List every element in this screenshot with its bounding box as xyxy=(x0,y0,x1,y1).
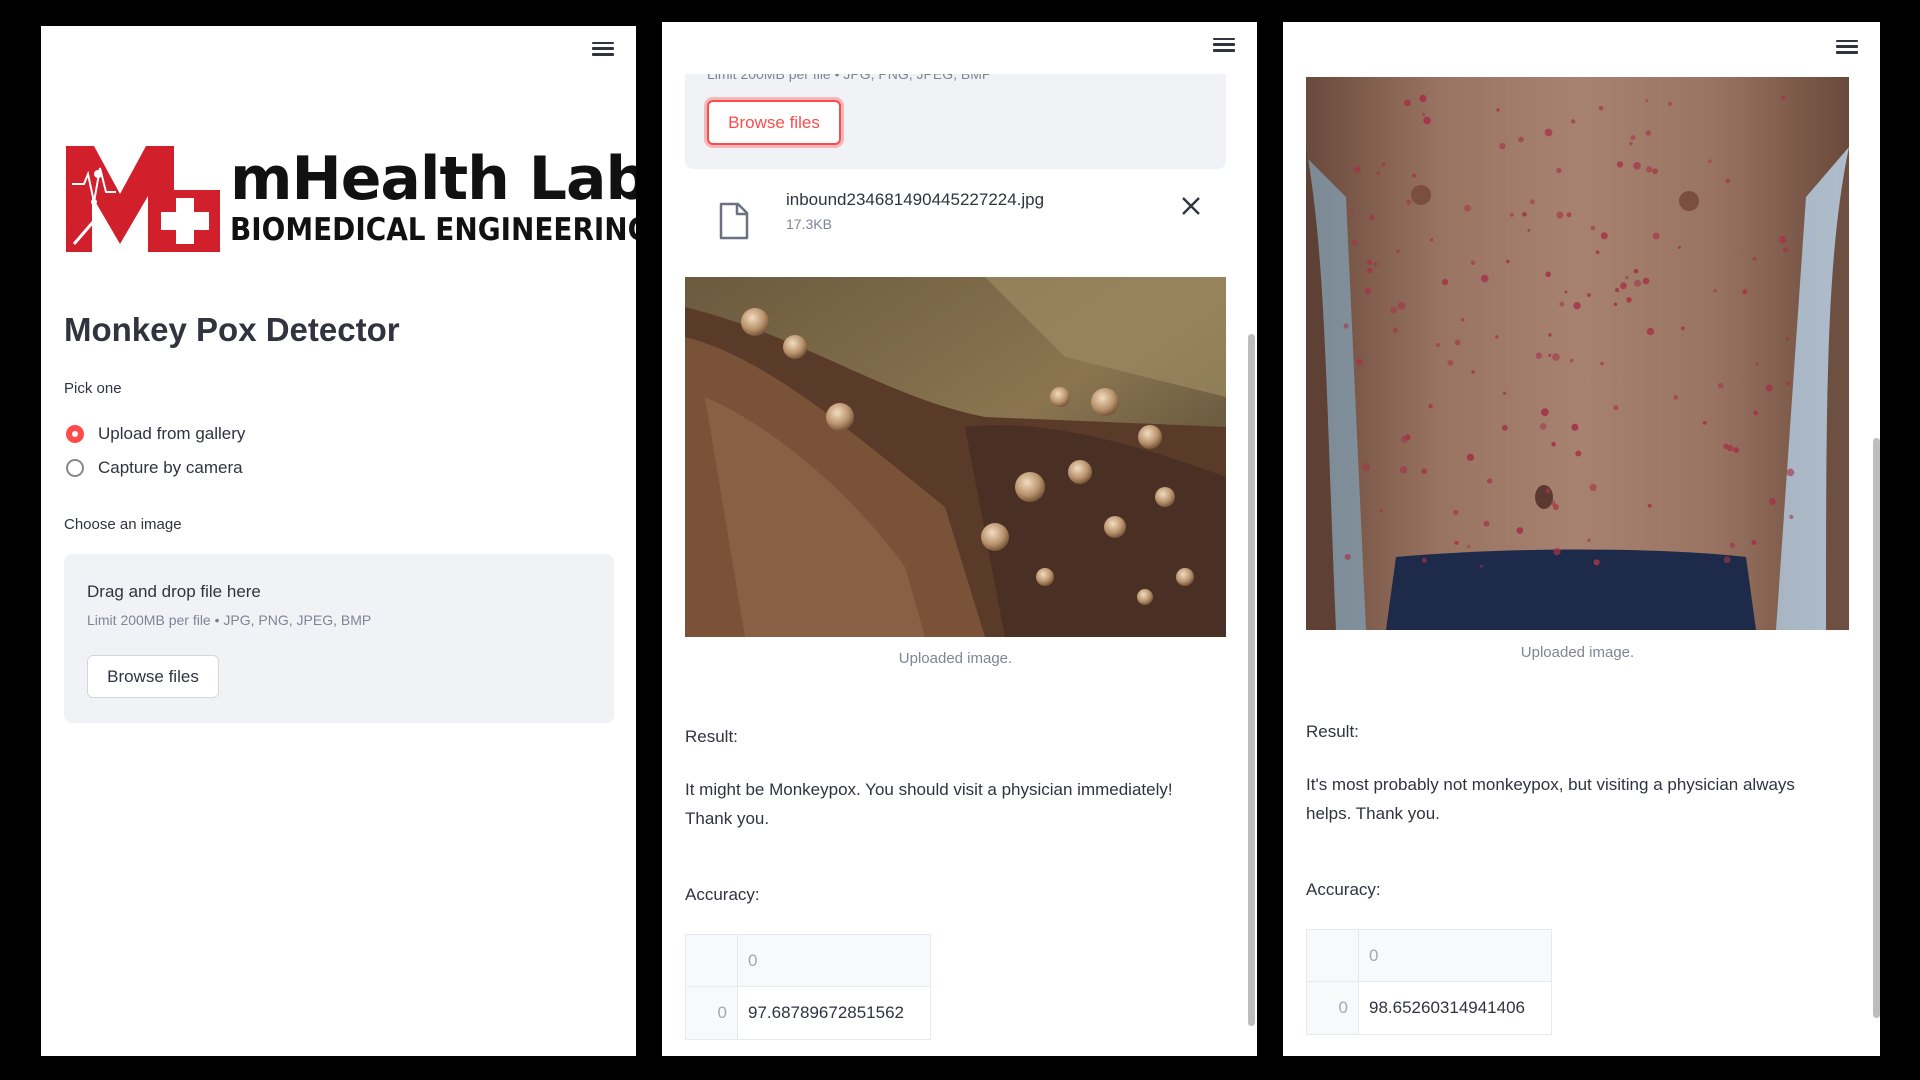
image-caption: Uploaded image. xyxy=(1520,644,1635,661)
page-title: Monkey Pox Detector xyxy=(64,311,400,348)
app-screen-upload: mHealth Lab BIOMEDICAL ENGINEERING Monke… xyxy=(41,26,636,1056)
table-column-header: 0 xyxy=(738,935,930,987)
result-label: Result: xyxy=(1306,722,1359,741)
mhealth-lab-logo: mHealth Lab BIOMEDICAL ENGINEERING xyxy=(64,144,636,254)
radio-label: Capture by camera xyxy=(98,458,243,477)
browse-files-button[interactable]: Browse files xyxy=(87,655,219,698)
dropzone-title: Drag and drop file here xyxy=(87,582,261,601)
hamburger-menu-icon[interactable] xyxy=(1213,34,1235,52)
result-text: It might be Monkeypox. You should visit … xyxy=(685,780,1173,828)
file-dropzone[interactable]: Drag and drop file here Limit 200MB per … xyxy=(64,554,614,723)
accuracy-table: 0 0 98.65260314941406 xyxy=(1306,929,1552,1035)
hamburger-menu-icon[interactable] xyxy=(1836,36,1858,54)
scrollbar[interactable] xyxy=(1873,438,1880,1018)
close-icon[interactable] xyxy=(1179,194,1203,218)
file-icon xyxy=(719,202,749,240)
logo-mark-icon xyxy=(66,146,220,252)
radio-capture-by-camera[interactable]: Capture by camera xyxy=(66,458,243,478)
dropzone-subtitle: Limit 200MB per file • JPG, PNG, JPEG, B… xyxy=(87,612,372,628)
table-row-index: 0 xyxy=(686,987,738,1039)
radio-group-label: Pick one xyxy=(64,380,122,397)
logo-text-mhealth: mHealth Lab xyxy=(230,144,636,214)
radio-upload-from-gallery[interactable]: Upload from gallery xyxy=(66,424,245,444)
table-corner xyxy=(1307,930,1359,982)
file-name: inbound234681490445227224.jpg xyxy=(786,190,1045,209)
result-text: It's most probably not monkeypox, but vi… xyxy=(1306,775,1795,823)
table-row-index: 0 xyxy=(1307,982,1359,1034)
file-size: 17.3KB xyxy=(786,216,832,232)
accuracy-label: Accuracy: xyxy=(685,885,760,904)
uploaded-image xyxy=(685,277,1226,637)
uploaded-file-row: inbound234681490445227224.jpg 17.3KB xyxy=(685,182,1226,252)
app-screen-result-negative: Uploaded image. Result: It's most probab… xyxy=(1283,22,1880,1056)
result-label: Result: xyxy=(685,727,738,746)
table-column-header: 0 xyxy=(1359,930,1551,982)
radio-selected-icon[interactable] xyxy=(66,425,84,443)
radio-unselected-icon[interactable] xyxy=(66,459,84,477)
logo-text-biomedical: BIOMEDICAL ENGINEERING xyxy=(230,212,636,248)
table-corner xyxy=(686,935,738,987)
app-screen-result-positive: Limit 200MB per file • JPG, PNG, JPEG, B… xyxy=(662,22,1257,1056)
dropzone-subtitle: Limit 200MB per file • JPG, PNG, JPEG, B… xyxy=(707,74,992,82)
file-dropzone[interactable]: Limit 200MB per file • JPG, PNG, JPEG, B… xyxy=(685,74,1226,169)
table-cell-accuracy: 97.68789672851562 xyxy=(748,1003,904,1022)
radio-label: Upload from gallery xyxy=(98,424,246,443)
table-cell-accuracy: 98.65260314941406 xyxy=(1369,998,1525,1017)
image-caption: Uploaded image. xyxy=(898,650,1013,667)
browse-files-button[interactable]: Browse files xyxy=(707,100,841,145)
accuracy-label: Accuracy: xyxy=(1306,880,1381,899)
uploaded-image xyxy=(1306,77,1849,630)
hamburger-menu-icon[interactable] xyxy=(592,38,614,56)
scrollbar[interactable] xyxy=(1248,334,1255,1026)
accuracy-table: 0 0 97.68789672851562 xyxy=(685,934,931,1040)
uploader-label: Choose an image xyxy=(64,516,182,533)
